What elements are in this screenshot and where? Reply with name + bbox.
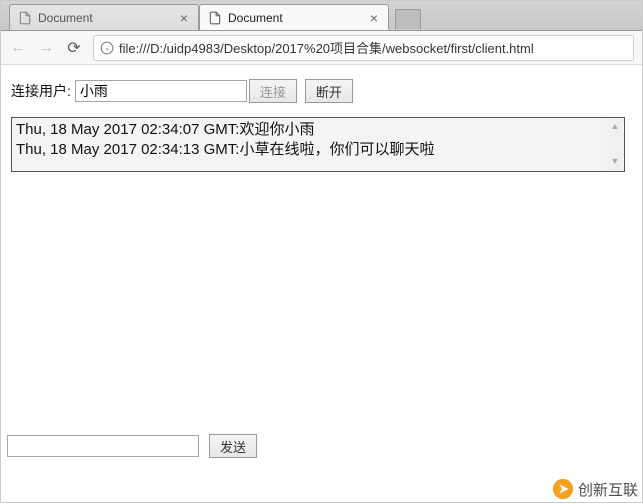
browser-tab-inactive[interactable]: Document × xyxy=(9,4,199,30)
back-icon[interactable]: ← xyxy=(9,39,27,57)
user-label: 连接用户: xyxy=(11,81,71,101)
message-log[interactable]: Thu, 18 May 2017 02:34:07 GMT:欢迎你小雨 Thu,… xyxy=(11,117,625,172)
message-input[interactable] xyxy=(7,435,199,457)
new-tab-button[interactable] xyxy=(395,9,421,29)
scroll-down-icon[interactable]: ▼ xyxy=(607,154,623,170)
tab-title: Document xyxy=(38,11,172,25)
info-icon[interactable] xyxy=(100,41,114,55)
scroll-up-icon[interactable]: ▲ xyxy=(607,119,623,135)
file-icon xyxy=(208,11,222,25)
page-content: 连接用户: 连接 断开 Thu, 18 May 2017 02:34:07 GM… xyxy=(1,65,642,172)
log-line: Thu, 18 May 2017 02:34:07 GMT:欢迎你小雨 xyxy=(16,120,620,140)
watermark: 创新互联 xyxy=(552,478,638,500)
close-icon[interactable]: × xyxy=(368,11,380,25)
send-button[interactable]: 发送 xyxy=(209,434,257,458)
connect-button[interactable]: 连接 xyxy=(249,79,297,103)
forward-icon[interactable]: → xyxy=(37,39,55,57)
logo-icon xyxy=(552,478,574,500)
close-icon[interactable]: × xyxy=(178,11,190,25)
tab-title: Document xyxy=(228,11,362,25)
file-icon xyxy=(18,11,32,25)
send-row: 发送 xyxy=(7,434,257,458)
log-line: Thu, 18 May 2017 02:34:13 GMT:小草在线啦，你们可以… xyxy=(16,140,620,160)
url-text: file:///D:/uidp4983/Desktop/2017%20项目合集/… xyxy=(119,38,534,57)
disconnect-button[interactable]: 断开 xyxy=(305,79,353,103)
username-input[interactable] xyxy=(75,80,247,102)
connect-row: 连接用户: 连接 断开 xyxy=(11,79,632,103)
address-bar[interactable]: file:///D:/uidp4983/Desktop/2017%20项目合集/… xyxy=(93,35,634,61)
reload-icon[interactable]: ⟳ xyxy=(65,38,83,58)
scrollbar[interactable]: ▲ ▼ xyxy=(607,119,623,170)
tab-bar: Document × Document × xyxy=(1,1,642,31)
watermark-text: 创新互联 xyxy=(578,479,638,500)
browser-tab-active[interactable]: Document × xyxy=(199,4,389,30)
nav-bar: ← → ⟳ file:///D:/uidp4983/Desktop/2017%2… xyxy=(1,31,642,65)
